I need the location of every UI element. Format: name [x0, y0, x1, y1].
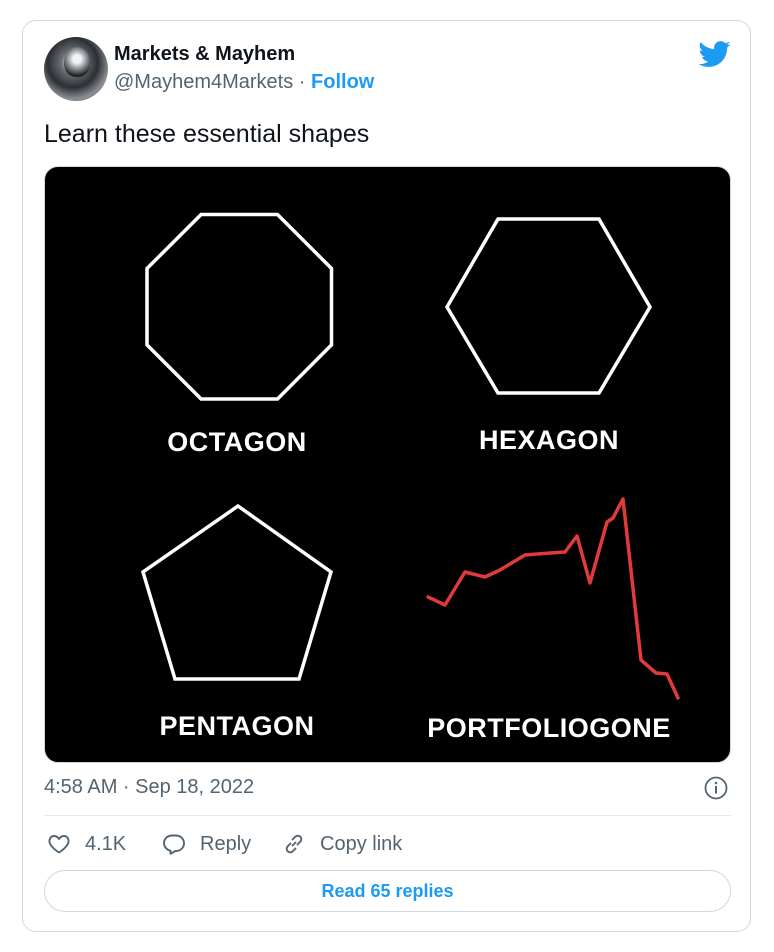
- pentagon-shape: [140, 503, 334, 681]
- handle-separator: ·: [293, 71, 312, 93]
- reply-icon: [163, 834, 185, 855]
- hexagon-label: HEXAGON: [478, 425, 620, 455]
- reply-label: Reply: [200, 832, 252, 855]
- tweet-text: Learn these essential shapes: [44, 120, 370, 148]
- author-name[interactable]: Markets & Mayhem: [114, 43, 295, 66]
- link-icon: [285, 834, 303, 854]
- portfolio-line: [426, 497, 680, 700]
- info-icon[interactable]: [704, 776, 728, 800]
- like-button[interactable]: 4.1K: [47, 829, 126, 859]
- tweet-media-image[interactable]: OCTAGON HEXAGON PENTAGON PORTFOLIOGONE: [44, 166, 731, 763]
- pentagon-label: PENTAGON: [159, 711, 315, 741]
- tweet-timestamp[interactable]: 4:58 AM · Sep 18, 2022: [44, 776, 254, 799]
- author-handle[interactable]: @Mayhem4Markets: [114, 71, 293, 93]
- octagon-shape: [145, 212, 334, 401]
- shapes-illustration: [140, 212, 680, 700]
- portfolio-label: PORTFOLIOGONE: [427, 713, 671, 743]
- avatar[interactable]: [44, 37, 108, 101]
- copy-link-button[interactable]: Copy link: [282, 829, 402, 859]
- twitter-bird-icon[interactable]: [698, 38, 732, 70]
- hexagon-shape: [444, 217, 653, 395]
- divider: [44, 815, 731, 816]
- heart-icon: [48, 835, 70, 854]
- read-replies-button[interactable]: Read 65 replies: [44, 870, 731, 912]
- reply-button[interactable]: Reply: [162, 829, 251, 859]
- follow-link[interactable]: Follow: [311, 71, 374, 93]
- octagon-label: OCTAGON: [167, 427, 307, 457]
- copy-link-label: Copy link: [320, 832, 403, 855]
- author-handle-row: @Mayhem4Markets · Follow: [114, 71, 374, 94]
- like-count: 4.1K: [85, 832, 127, 855]
